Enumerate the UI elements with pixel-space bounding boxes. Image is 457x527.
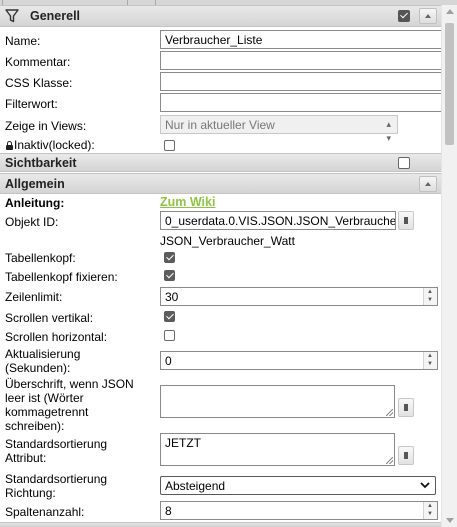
sort-dir-label-line1: Standardsortierung [5, 472, 108, 486]
resize-grip-icon[interactable] [386, 457, 393, 464]
ueberschrift-label-line2: leer ist (Wörter [5, 391, 84, 405]
sichtbarkeit-filter-checkbox[interactable] [398, 157, 410, 169]
collapse-generell-button[interactable] [419, 8, 437, 24]
sort-attr-textarea[interactable]: JETZT [160, 433, 395, 466]
sort-dir-select[interactable]: Absteigend [160, 476, 436, 495]
name-label: Name: [5, 34, 41, 48]
tabellenkopf-fixieren-checkbox[interactable] [164, 270, 175, 281]
object-picker-button[interactable] [398, 211, 414, 230]
ueberschrift-label-line3: kommagetrennt [5, 405, 89, 419]
zeilenlimit-value: 30 [165, 290, 179, 304]
sort-attr-value: JETZT [165, 436, 201, 450]
scroll-up-icon[interactable] [446, 9, 454, 14]
zeilenlimit-spinner[interactable]: 30 ▲ ▼ [160, 287, 438, 306]
sort-dir-value: Absteigend [165, 479, 226, 493]
scrollbar-thumb[interactable] [445, 23, 454, 145]
sort-attr-edit-button[interactable] [398, 446, 414, 465]
views-select-value: Nur in aktueller View [165, 118, 275, 132]
sort-attr-label-line1: Standardsortierung [5, 437, 108, 451]
ueberschrift-label-line4: schreiben): [5, 419, 65, 433]
filterwort-label: Filterwort: [5, 97, 58, 111]
aktualisierung-stepper[interactable]: ▲ ▼ [423, 352, 437, 369]
filterwort-input[interactable] [160, 93, 441, 112]
tabellenkopf-checkbox[interactable] [164, 252, 175, 263]
name-input[interactable]: Verbraucher_Liste [160, 30, 441, 49]
vertical-scrollbar[interactable] [441, 5, 457, 527]
section-title-allgemein: Allgemein [5, 177, 65, 191]
objekt-id-label: Objekt ID: [5, 215, 59, 229]
filter-icon[interactable] [5, 9, 19, 26]
css-class-label: CSS Klasse: [5, 76, 73, 90]
chevron-down-icon [420, 482, 430, 489]
inaktiv-checkbox[interactable] [164, 140, 175, 151]
views-select[interactable]: Nur in aktueller View ▴ ▾ [160, 115, 398, 143]
resize-grip-icon[interactable] [386, 409, 393, 416]
spaltenanzahl-label: Spaltenanzahl: [5, 505, 85, 519]
aktualisierung-value: 0 [165, 354, 172, 368]
inaktiv-label-wrap: Inaktiv(locked): [6, 138, 95, 152]
lock-icon [6, 141, 13, 150]
zeilenlimit-stepper[interactable]: ▲ ▼ [423, 288, 437, 305]
objekt-id-input[interactable]: 0_userdata.0.VIS.JSON.JSON_Verbraucher_W… [160, 211, 396, 230]
views-label: Zeige in Views: [5, 119, 87, 133]
section-header-sichtbarkeit[interactable]: Sichtbarkeit [0, 153, 441, 172]
kommentar-input[interactable] [160, 51, 441, 70]
properties-panel: Generell Name: Verbraucher_Liste Komment… [0, 5, 441, 527]
tabellenkopf-label: Tabellenkopf: [5, 251, 76, 265]
collapse-allgemein-button[interactable] [419, 176, 437, 192]
section-title-generell: Generell [30, 9, 81, 23]
sort-attr-label-line2: Attribut: [5, 451, 47, 465]
aktualisierung-label-line2: (Sekunden): [5, 361, 71, 375]
section-header-allgemein[interactable]: Allgemein [0, 173, 441, 194]
anleitung-label: Anleitung: [5, 196, 65, 210]
scrollen-vertikal-checkbox[interactable] [164, 311, 175, 322]
section-title-sichtbarkeit: Sichtbarkeit [5, 156, 77, 170]
css-class-input[interactable] [160, 72, 441, 91]
spaltenanzahl-value: 8 [165, 504, 172, 518]
ueberschrift-textarea[interactable] [160, 385, 395, 418]
ueberschrift-label-line1: Überschrift, wenn JSON [5, 377, 134, 391]
scrollen-horizontal-checkbox[interactable] [164, 330, 175, 341]
kommentar-label: Kommentar: [5, 55, 71, 69]
sort-dir-label-line2: Richtung: [5, 486, 56, 500]
tabellenkopf-fixieren-label: Tabellenkopf fixieren: [5, 270, 118, 284]
spaltenanzahl-spinner[interactable]: 8 ▲ ▼ [160, 501, 438, 520]
scroll-down-icon[interactable] [446, 518, 454, 523]
ueberschrift-edit-button[interactable] [398, 398, 414, 417]
scrollen-vertikal-label: Scrollen vertikal: [5, 311, 94, 325]
aktualisierung-spinner[interactable]: 0 ▲ ▼ [160, 351, 438, 370]
scrollen-horizontal-label: Scrollen horizontal: [5, 330, 108, 344]
next-section-header-edge [0, 522, 441, 527]
zeilenlimit-label: Zeilenlimit: [5, 290, 63, 304]
section-header-generell[interactable]: Generell [0, 5, 441, 27]
generell-filter-checkbox[interactable] [398, 10, 410, 22]
inaktiv-label: Inaktiv(locked): [14, 138, 95, 152]
spaltenanzahl-stepper[interactable]: ▲ ▼ [423, 502, 437, 519]
updown-arrows-icon: ▴ ▾ [386, 119, 391, 143]
aktualisierung-label-line1: Aktualisierung [5, 347, 81, 361]
objekt-id-name: JSON_Verbraucher_Watt [160, 234, 295, 248]
zum-wiki-link[interactable]: Zum Wiki [160, 195, 215, 209]
